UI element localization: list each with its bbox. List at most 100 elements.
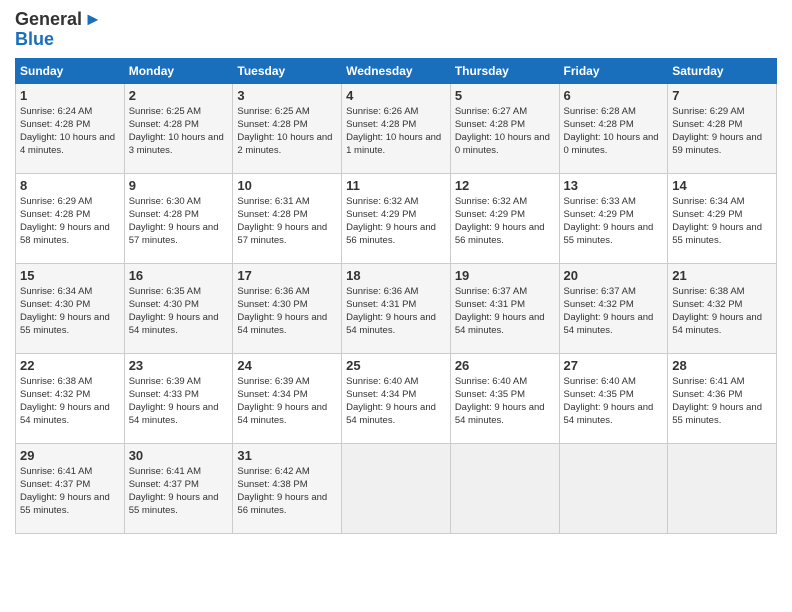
logo-general-text: General: [15, 10, 82, 30]
day-cell: [450, 443, 559, 533]
day-number: 7: [672, 88, 772, 103]
day-cell: 21 Sunrise: 6:38 AM Sunset: 4:32 PM Dayl…: [668, 263, 777, 353]
col-header-tuesday: Tuesday: [233, 58, 342, 83]
day-cell: 29 Sunrise: 6:41 AM Sunset: 4:37 PM Dayl…: [16, 443, 125, 533]
day-info: Sunrise: 6:26 AM Sunset: 4:28 PM Dayligh…: [346, 105, 446, 158]
day-number: 26: [455, 358, 555, 373]
week-row-5: 29 Sunrise: 6:41 AM Sunset: 4:37 PM Dayl…: [16, 443, 777, 533]
day-number: 8: [20, 178, 120, 193]
day-number: 14: [672, 178, 772, 193]
day-cell: 18 Sunrise: 6:36 AM Sunset: 4:31 PM Dayl…: [342, 263, 451, 353]
day-info: Sunrise: 6:38 AM Sunset: 4:32 PM Dayligh…: [672, 285, 772, 338]
day-number: 11: [346, 178, 446, 193]
day-cell: 25 Sunrise: 6:40 AM Sunset: 4:34 PM Dayl…: [342, 353, 451, 443]
day-cell: 14 Sunrise: 6:34 AM Sunset: 4:29 PM Dayl…: [668, 173, 777, 263]
day-cell: 1 Sunrise: 6:24 AM Sunset: 4:28 PM Dayli…: [16, 83, 125, 173]
day-number: 25: [346, 358, 446, 373]
day-number: 3: [237, 88, 337, 103]
day-info: Sunrise: 6:27 AM Sunset: 4:28 PM Dayligh…: [455, 105, 555, 158]
day-info: Sunrise: 6:33 AM Sunset: 4:29 PM Dayligh…: [564, 195, 664, 248]
day-number: 22: [20, 358, 120, 373]
day-cell: 10 Sunrise: 6:31 AM Sunset: 4:28 PM Dayl…: [233, 173, 342, 263]
day-cell: 27 Sunrise: 6:40 AM Sunset: 4:35 PM Dayl…: [559, 353, 668, 443]
day-info: Sunrise: 6:41 AM Sunset: 4:37 PM Dayligh…: [20, 465, 120, 518]
day-info: Sunrise: 6:36 AM Sunset: 4:31 PM Dayligh…: [346, 285, 446, 338]
day-cell: 4 Sunrise: 6:26 AM Sunset: 4:28 PM Dayli…: [342, 83, 451, 173]
day-cell: 17 Sunrise: 6:36 AM Sunset: 4:30 PM Dayl…: [233, 263, 342, 353]
day-info: Sunrise: 6:36 AM Sunset: 4:30 PM Dayligh…: [237, 285, 337, 338]
day-number: 18: [346, 268, 446, 283]
day-info: Sunrise: 6:40 AM Sunset: 4:34 PM Dayligh…: [346, 375, 446, 428]
day-info: Sunrise: 6:24 AM Sunset: 4:28 PM Dayligh…: [20, 105, 120, 158]
day-info: Sunrise: 6:32 AM Sunset: 4:29 PM Dayligh…: [455, 195, 555, 248]
day-cell: 16 Sunrise: 6:35 AM Sunset: 4:30 PM Dayl…: [124, 263, 233, 353]
day-number: 15: [20, 268, 120, 283]
day-cell: 7 Sunrise: 6:29 AM Sunset: 4:28 PM Dayli…: [668, 83, 777, 173]
day-info: Sunrise: 6:40 AM Sunset: 4:35 PM Dayligh…: [564, 375, 664, 428]
day-info: Sunrise: 6:34 AM Sunset: 4:30 PM Dayligh…: [20, 285, 120, 338]
day-number: 5: [455, 88, 555, 103]
day-cell: 12 Sunrise: 6:32 AM Sunset: 4:29 PM Dayl…: [450, 173, 559, 263]
day-number: 9: [129, 178, 229, 193]
day-info: Sunrise: 6:38 AM Sunset: 4:32 PM Dayligh…: [20, 375, 120, 428]
day-cell: 20 Sunrise: 6:37 AM Sunset: 4:32 PM Dayl…: [559, 263, 668, 353]
day-number: 23: [129, 358, 229, 373]
week-row-4: 22 Sunrise: 6:38 AM Sunset: 4:32 PM Dayl…: [16, 353, 777, 443]
day-number: 4: [346, 88, 446, 103]
day-info: Sunrise: 6:42 AM Sunset: 4:38 PM Dayligh…: [237, 465, 337, 518]
day-number: 21: [672, 268, 772, 283]
day-cell: 3 Sunrise: 6:25 AM Sunset: 4:28 PM Dayli…: [233, 83, 342, 173]
day-cell: 6 Sunrise: 6:28 AM Sunset: 4:28 PM Dayli…: [559, 83, 668, 173]
day-info: Sunrise: 6:28 AM Sunset: 4:28 PM Dayligh…: [564, 105, 664, 158]
day-number: 1: [20, 88, 120, 103]
day-cell: 13 Sunrise: 6:33 AM Sunset: 4:29 PM Dayl…: [559, 173, 668, 263]
header-row: SundayMondayTuesdayWednesdayThursdayFrid…: [16, 58, 777, 83]
day-cell: 8 Sunrise: 6:29 AM Sunset: 4:28 PM Dayli…: [16, 173, 125, 263]
col-header-saturday: Saturday: [668, 58, 777, 83]
col-header-thursday: Thursday: [450, 58, 559, 83]
day-number: 12: [455, 178, 555, 193]
day-info: Sunrise: 6:25 AM Sunset: 4:28 PM Dayligh…: [129, 105, 229, 158]
day-cell: 26 Sunrise: 6:40 AM Sunset: 4:35 PM Dayl…: [450, 353, 559, 443]
day-number: 28: [672, 358, 772, 373]
day-info: Sunrise: 6:35 AM Sunset: 4:30 PM Dayligh…: [129, 285, 229, 338]
day-cell: 31 Sunrise: 6:42 AM Sunset: 4:38 PM Dayl…: [233, 443, 342, 533]
day-info: Sunrise: 6:30 AM Sunset: 4:28 PM Dayligh…: [129, 195, 229, 248]
day-cell: 24 Sunrise: 6:39 AM Sunset: 4:34 PM Dayl…: [233, 353, 342, 443]
logo-blue-text: Blue: [15, 29, 54, 49]
day-cell: 2 Sunrise: 6:25 AM Sunset: 4:28 PM Dayli…: [124, 83, 233, 173]
day-info: Sunrise: 6:39 AM Sunset: 4:33 PM Dayligh…: [129, 375, 229, 428]
day-cell: 28 Sunrise: 6:41 AM Sunset: 4:36 PM Dayl…: [668, 353, 777, 443]
day-info: Sunrise: 6:41 AM Sunset: 4:36 PM Dayligh…: [672, 375, 772, 428]
day-info: Sunrise: 6:41 AM Sunset: 4:37 PM Dayligh…: [129, 465, 229, 518]
day-info: Sunrise: 6:37 AM Sunset: 4:32 PM Dayligh…: [564, 285, 664, 338]
day-cell: 19 Sunrise: 6:37 AM Sunset: 4:31 PM Dayl…: [450, 263, 559, 353]
day-number: 16: [129, 268, 229, 283]
day-number: 30: [129, 448, 229, 463]
day-cell: 9 Sunrise: 6:30 AM Sunset: 4:28 PM Dayli…: [124, 173, 233, 263]
col-header-wednesday: Wednesday: [342, 58, 451, 83]
day-number: 6: [564, 88, 664, 103]
day-number: 10: [237, 178, 337, 193]
day-cell: 15 Sunrise: 6:34 AM Sunset: 4:30 PM Dayl…: [16, 263, 125, 353]
day-number: 27: [564, 358, 664, 373]
day-number: 31: [237, 448, 337, 463]
week-row-2: 8 Sunrise: 6:29 AM Sunset: 4:28 PM Dayli…: [16, 173, 777, 263]
col-header-friday: Friday: [559, 58, 668, 83]
day-cell: 30 Sunrise: 6:41 AM Sunset: 4:37 PM Dayl…: [124, 443, 233, 533]
day-cell: 5 Sunrise: 6:27 AM Sunset: 4:28 PM Dayli…: [450, 83, 559, 173]
day-info: Sunrise: 6:29 AM Sunset: 4:28 PM Dayligh…: [20, 195, 120, 248]
day-info: Sunrise: 6:32 AM Sunset: 4:29 PM Dayligh…: [346, 195, 446, 248]
day-info: Sunrise: 6:37 AM Sunset: 4:31 PM Dayligh…: [455, 285, 555, 338]
day-number: 17: [237, 268, 337, 283]
day-info: Sunrise: 6:39 AM Sunset: 4:34 PM Dayligh…: [237, 375, 337, 428]
day-info: Sunrise: 6:25 AM Sunset: 4:28 PM Dayligh…: [237, 105, 337, 158]
day-cell: [559, 443, 668, 533]
day-info: Sunrise: 6:31 AM Sunset: 4:28 PM Dayligh…: [237, 195, 337, 248]
day-info: Sunrise: 6:40 AM Sunset: 4:35 PM Dayligh…: [455, 375, 555, 428]
logo: General ► Blue: [15, 10, 102, 50]
week-row-1: 1 Sunrise: 6:24 AM Sunset: 4:28 PM Dayli…: [16, 83, 777, 173]
col-header-sunday: Sunday: [16, 58, 125, 83]
week-row-3: 15 Sunrise: 6:34 AM Sunset: 4:30 PM Dayl…: [16, 263, 777, 353]
col-header-monday: Monday: [124, 58, 233, 83]
